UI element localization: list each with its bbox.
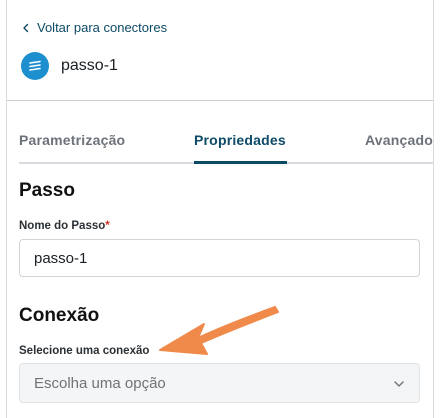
connection-select[interactable]: Escolha uma opção — [19, 363, 420, 403]
connection-select-placeholder: Escolha uma opção — [34, 374, 166, 392]
tab-parametrizacao[interactable]: Parametrização — [19, 132, 125, 148]
step-name-input[interactable]: passo-1 — [19, 239, 420, 277]
connection-select-label: Selecione uma conexão — [19, 345, 150, 357]
tab-bar: Parametrização Propriedades Avançado — [19, 126, 433, 164]
step-name-label-text: Nome do Passo — [19, 220, 106, 232]
chevron-down-icon — [394, 381, 404, 387]
back-to-connectors-link[interactable]: Voltar para conectores — [21, 20, 167, 35]
connection-section-title: Conexão — [19, 305, 100, 326]
tab-avancado[interactable]: Avançado — [365, 132, 433, 148]
back-link-label: Voltar para conectores — [37, 20, 168, 35]
connector-stack-icon — [21, 52, 49, 80]
step-section-title: Passo — [19, 180, 75, 201]
panel-header: Voltar para conectores passo-1 — [7, 0, 433, 101]
connector-name: passo-1 — [61, 57, 118, 74]
step-name-value: passo-1 — [34, 249, 88, 267]
connector-title-row: passo-1 — [21, 52, 118, 80]
required-mark: * — [105, 220, 110, 232]
step-name-label: Nome do Passo* — [19, 220, 110, 232]
chevron-left-icon — [23, 23, 29, 32]
tab-propriedades[interactable]: Propriedades — [194, 132, 286, 148]
active-tab-indicator — [194, 161, 287, 164]
properties-panel: Voltar para conectores passo-1 Parametri… — [6, 0, 434, 418]
